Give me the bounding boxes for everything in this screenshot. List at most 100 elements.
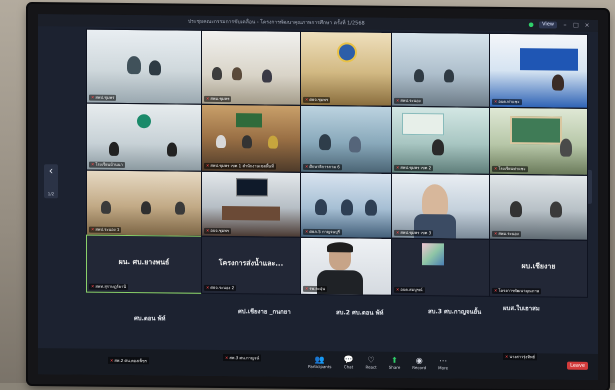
mic-muted-icon: ✕ [305,163,309,169]
mic-muted-icon: ✕ [91,283,95,289]
prev-page-button[interactable]: ‹ 1/2 [44,164,58,199]
participant-name: ✕อบต.ท่าแซะ [492,98,522,106]
record-icon: ◉ [415,356,423,366]
participant-name: ✕สพท.สุราษฎร์ธานี [89,283,129,291]
video-tile[interactable]: ✕โรงเรียนบ้านนา [86,102,202,172]
mic-muted-icon: ✕ [494,287,498,293]
video-tile[interactable]: ✕ศึกษาธิการภาค 6 [300,104,392,174]
participants-button[interactable]: 👥 Participants [308,355,332,369]
video-tile[interactable]: ✕สพป.ชุมพร เขต 1 สำนักงานเขตพื้นที่ [201,103,301,173]
participants-icon: 👥 [314,355,325,365]
participant-display-name: ผบส.ใบเฮาสม [503,304,540,313]
participant-display-name: สบ.2 ศบ.ตอน พ้ห์ [336,309,384,317]
more-icon: ⋯ [439,356,448,366]
minimize-icon[interactable]: – [562,21,568,28]
participant-display-name: โครงการส่งน้ำและ... [218,259,284,268]
participant-name: ✕นางสาวรุ่งทิพย์ [503,352,537,361]
video-tile[interactable]: ✕สพป.ชุมพร เขต 3 [391,172,490,240]
react-icon: ♡ [367,355,375,365]
mic-muted-icon: ✕ [505,353,509,360]
participant-name: ✕สพม.ระนอง [492,230,521,238]
participant-display-name: ผน. ศบ.ยางพนธ์ [118,258,170,267]
video-gallery: ✕สพป.ชุมพร ✕สพม.ชุมพร ✕ศธจ.ชุมพร ✕สพป.ระ… [86,28,588,298]
mic-muted-icon: ✕ [225,355,229,361]
mic-muted-icon: ✕ [110,357,114,363]
leave-button[interactable]: Leave [567,361,588,370]
participant-name: ✕สพป.ระนอง [394,97,423,105]
participant-name: ✕สพม.ชุมพร [204,95,232,103]
mic-muted-icon: ✕ [91,94,95,100]
video-tile-avatar[interactable]: ✕อบต.สมบูรณ์ [391,237,490,297]
mic-muted-icon: ✕ [396,97,400,103]
participant-name: ✕อบจ.ชุมพร [204,227,232,235]
participant-name: ✕สพป.ระนอง 1 [89,226,122,233]
participant-name: ✕สพ.2 ศน.ตองเพ็ชร [108,356,149,365]
mic-muted-icon: ✕ [396,286,400,292]
video-tile[interactable]: ✕อบต.ท่าแซะ [489,32,588,109]
chevron-left-icon: ‹ [48,164,54,178]
participant-name: ✕อบต.สมบูรณ์ [394,286,425,294]
mic-muted-icon: ✕ [91,161,95,167]
participant-name: ✕ศธภ.5 กาญจนบุรี [303,228,342,236]
participant-name: ✕โครงการพัฒนาคุณภาพ [492,287,542,295]
meeting-controls-bar: 👥 Participants 💬 Chat ♡ React ⬆ Share ◉ [38,348,598,380]
video-tile-camera-off[interactable]: ผบ.เชียงาย ✕โครงการพัฒนาคุณภาพ [489,238,588,298]
mic-muted-icon: ✕ [305,228,309,234]
video-tile-camera-off[interactable]: ผน. ศบ.ยางพนธ์ ✕สพท.สุราษฎร์ธานี [86,234,202,294]
mic-muted-icon: ✕ [494,165,498,171]
more-button[interactable]: ⋯ More [438,356,448,370]
mic-muted-icon: ✕ [494,98,498,104]
close-icon[interactable]: × [584,21,590,28]
record-button[interactable]: ◉ Record [412,356,426,370]
video-tile[interactable]: ✕ศธภ.5 กาญจนบุรี [300,171,392,239]
mic-muted-icon: ✕ [206,227,210,233]
mic-muted-icon: ✕ [206,95,210,101]
mic-muted-icon: ✕ [494,230,498,236]
mic-muted-icon: ✕ [206,162,210,168]
participant-name: ✕ศึกษาธิการภาค 6 [303,163,342,171]
video-tile[interactable]: ✕สพป.ระนอง [391,31,490,108]
participant-display-name: ผบ.เชียงาย [521,262,556,271]
video-tile[interactable]: ✕สพม.ชุมพร [201,29,301,106]
chat-button[interactable]: 💬 Chat [344,355,354,369]
participant-name: ✕โรงเรียนท่าแซะ [492,165,528,173]
video-tile[interactable]: ✕โรงเรียนท่าแซะ [489,106,588,176]
participant-name: ✕สพ.3 ศน.กาญจน์ [223,354,262,362]
share-icon: ⬆ [391,355,398,365]
participant-name: ✕สพป.ชุมพร เขต 3 [394,229,434,237]
participant-name: ✕รพ.ละอุ่น [303,285,328,293]
react-button[interactable]: ♡ React [365,356,376,370]
mic-muted-icon: ✕ [305,96,309,102]
chat-icon: 💬 [343,355,354,365]
participant-name: ✕ศธจ.ชุมพร [303,96,331,104]
video-tile[interactable]: ✕ศธจ.ชุมพร [300,30,392,107]
mic-muted-icon: ✕ [91,226,95,232]
participant-display-name: ศบ.ตอน พ้ห์ [134,315,166,323]
video-tile[interactable]: ✕สพป.ชุมพร เขต 2 [391,105,490,175]
mic-muted-icon: ✕ [396,229,400,235]
page-indicator-left: 1/2 [47,191,55,197]
mic-muted-icon: ✕ [396,164,400,170]
video-tile[interactable]: ✕สพม.ระนอง [489,173,588,241]
window-title: ประชุมคณะกรรมการขับเคลื่อน - โครงการพัฒน… [188,18,365,27]
avatar [422,243,444,266]
mic-muted-icon: ✕ [206,284,210,290]
participant-name: ✕ศธจ.ระนอง 2 [204,284,237,292]
video-tile[interactable]: ✕รพ.ละอุ่น [300,236,392,296]
video-tile-camera-off[interactable]: โครงการส่งน้ำและ... ✕ศธจ.ระนอง 2 [201,235,301,295]
participant-name: ✕สพป.ชุมพร เขต 2 [394,164,434,172]
participant-name: ✕สพป.ชุมพร [89,94,117,101]
participant-name: ✕สพป.ชุมพร เขต 1 สำนักงานเขตพื้นที่ [204,162,276,170]
video-tile[interactable]: ✕สพป.ชุมพร [86,28,202,105]
meeting-screen: ประชุมคณะกรรมการขับเคลื่อน - โครงการพัฒน… [38,14,598,380]
maximize-icon[interactable]: □ [573,21,579,28]
shield-icon: ● [528,20,534,28]
meeting-controls: 👥 Participants 💬 Chat ♡ React ⬆ Share ◉ [308,355,448,370]
mic-muted-icon: ✕ [305,285,309,291]
participant-display-name: สบ.3 ศบ.กาญจนยั้น [428,308,482,316]
video-tile[interactable]: ✕สพป.ระนอง 1 [86,169,202,237]
share-button[interactable]: ⬆ Share [389,356,401,370]
view-button[interactable]: View [539,21,557,29]
video-tile[interactable]: ✕อบจ.ชุมพร [201,170,301,238]
window-controls: ● View – □ × [528,21,590,29]
